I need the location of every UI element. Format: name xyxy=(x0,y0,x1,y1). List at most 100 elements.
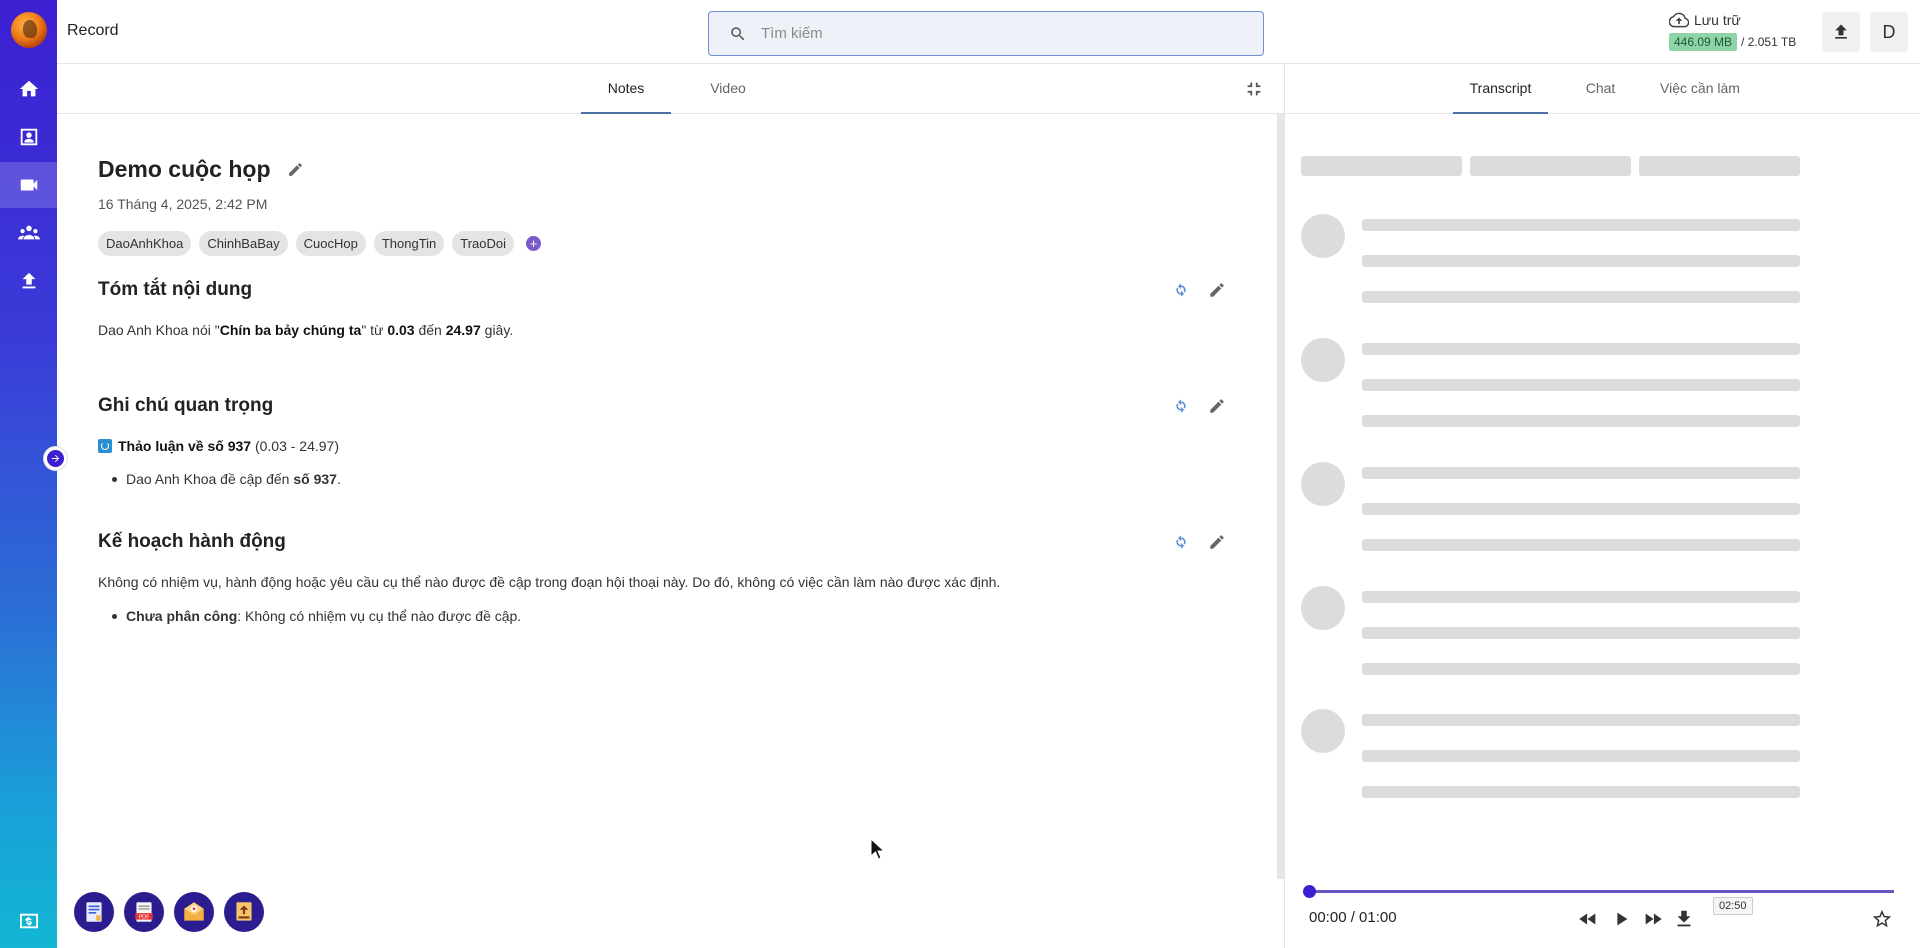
play-icon xyxy=(1617,912,1628,926)
group-icon xyxy=(17,225,40,240)
note-title-row: Demo cuộc họp xyxy=(98,156,304,183)
summary-quote: Chín ba bảy chúng ta xyxy=(219,322,362,338)
document-icon xyxy=(86,902,102,922)
cloud-icon xyxy=(1669,12,1689,28)
tab-notes[interactable]: Notes xyxy=(581,64,671,114)
home-icon xyxy=(19,80,38,97)
tag-list: DaoAnhKhoa ChinhBaBay CuocHop ThongTin T… xyxy=(98,231,542,256)
panel-divider xyxy=(1284,64,1285,948)
refresh-icon[interactable] xyxy=(1172,281,1190,299)
share-icon xyxy=(236,902,252,921)
top-bar: Record Lưu trữ 446.09 MB / 2.051 TB D xyxy=(57,0,1920,64)
notes-heading: Ghi chú quan trọng xyxy=(98,395,274,416)
tab-chat[interactable]: Chat xyxy=(1568,64,1633,114)
video-icon xyxy=(20,179,37,191)
skeleton-line xyxy=(1362,415,1800,427)
search-box[interactable] xyxy=(708,11,1264,56)
expand-sidebar-button[interactable] xyxy=(43,446,68,471)
skeleton-line xyxy=(1362,467,1800,479)
action-text: Không có nhiệm vụ, hành động hoặc yêu cầ… xyxy=(98,574,1001,590)
storage-used: 446.09 MB xyxy=(1669,33,1738,51)
collapse-icon xyxy=(1247,82,1261,96)
skeleton-avatar xyxy=(1301,462,1345,506)
tab-transcript[interactable]: Transcript xyxy=(1453,64,1548,114)
tag-chip[interactable]: ThongTin xyxy=(373,231,445,256)
user-avatar-button[interactable]: D xyxy=(1870,12,1908,52)
billing-icon[interactable] xyxy=(18,912,40,930)
notes-tabs: Notes Video xyxy=(57,64,1284,114)
export-share-button[interactable] xyxy=(224,892,264,932)
skeleton-line xyxy=(1362,343,1800,355)
mouse-cursor-icon xyxy=(870,838,884,860)
tab-video[interactable]: Video xyxy=(693,64,763,114)
export-bar: PDF xyxy=(74,892,264,932)
summary-text-part: " từ xyxy=(361,322,388,338)
sidebar-item-upload[interactable] xyxy=(0,258,57,304)
tag-chip[interactable]: CuocHop xyxy=(295,231,366,256)
upload-icon xyxy=(22,272,35,289)
topic-icon xyxy=(98,439,112,453)
topic-line[interactable]: Thảo luận về số 937 (0.03 - 24.97) xyxy=(98,438,339,454)
bullet-text: Dao Anh Khoa đề cập đến xyxy=(126,471,294,487)
edit-icon[interactable] xyxy=(1208,533,1226,551)
export-pdf-button[interactable]: PDF xyxy=(124,892,164,932)
skeleton-avatar xyxy=(1301,214,1345,258)
tab-todo[interactable]: Việc cần làm xyxy=(1645,64,1755,114)
edit-icon[interactable] xyxy=(1208,397,1226,415)
sidebar xyxy=(0,0,57,948)
seek-handle[interactable] xyxy=(1303,885,1316,898)
play-button[interactable] xyxy=(1610,908,1632,930)
skeleton-line xyxy=(1362,539,1800,551)
skeleton-line xyxy=(1362,503,1800,515)
search-icon xyxy=(731,26,745,40)
notes-scrollbar[interactable] xyxy=(1277,114,1284,879)
tag-chip[interactable]: DaoAnhKhoa xyxy=(98,231,192,256)
sidebar-item-groups[interactable] xyxy=(0,210,57,256)
skeleton-line xyxy=(1362,255,1800,267)
list-item: Dao Anh Khoa đề cập đến số 937. xyxy=(112,471,341,487)
rewind-icon xyxy=(1579,913,1596,925)
summary-heading: Tóm tắt nội dung xyxy=(98,279,253,300)
edit-icon[interactable] xyxy=(287,161,304,178)
refresh-icon[interactable] xyxy=(1172,397,1190,415)
sidebar-item-contacts[interactable] xyxy=(0,114,57,160)
export-email-button[interactable] xyxy=(174,892,214,932)
app-logo[interactable] xyxy=(11,12,47,48)
download-button[interactable] xyxy=(1673,908,1695,930)
bullet-bold: Chưa phân công xyxy=(126,608,238,624)
storage-info[interactable]: Lưu trữ 446.09 MB / 2.051 TB xyxy=(1669,12,1796,51)
tag-chip[interactable]: TraoDoi xyxy=(452,231,515,256)
notes-actions xyxy=(1172,397,1226,415)
storage-total: / 2.051 TB xyxy=(1741,35,1797,49)
rewind-button[interactable] xyxy=(1577,908,1599,930)
favorite-button[interactable] xyxy=(1871,908,1893,930)
skeleton-line xyxy=(1362,786,1800,798)
fast-forward-button[interactable] xyxy=(1642,908,1664,930)
star-icon xyxy=(1872,909,1892,928)
email-icon xyxy=(184,902,204,921)
action-actions xyxy=(1172,533,1226,551)
tag-chip[interactable]: ChinhBaBay xyxy=(199,231,288,256)
summary-end-time: 24.97 xyxy=(445,322,481,338)
refresh-icon[interactable] xyxy=(1172,533,1190,551)
skeleton-line xyxy=(1362,750,1800,762)
topic-title: Thảo luận về số 937 xyxy=(118,438,252,454)
search-input[interactable] xyxy=(761,25,1241,42)
add-tag-button[interactable]: + xyxy=(526,236,542,251)
action-heading: Kế hoạch hành động xyxy=(98,531,286,552)
collapse-button[interactable] xyxy=(1243,78,1265,100)
summary-text-part: giây. xyxy=(480,322,514,338)
seek-bar[interactable] xyxy=(1309,890,1894,893)
sidebar-item-record[interactable] xyxy=(0,162,57,208)
topic-range: (0.03 - 24.97) xyxy=(251,438,339,454)
upload-button[interactable] xyxy=(1822,12,1860,52)
side-panel-tabs: Transcript Chat Việc cần làm xyxy=(1285,64,1920,114)
app-title: Record xyxy=(67,22,119,39)
note-title: Demo cuộc họp xyxy=(98,156,271,182)
skeleton-line xyxy=(1362,714,1800,726)
skeleton-bar xyxy=(1301,156,1462,176)
export-doc-button[interactable] xyxy=(74,892,114,932)
note-date: 16 Tháng 4, 2025, 2:42 PM xyxy=(98,196,268,212)
edit-icon[interactable] xyxy=(1208,281,1226,299)
sidebar-item-home[interactable] xyxy=(0,66,57,112)
